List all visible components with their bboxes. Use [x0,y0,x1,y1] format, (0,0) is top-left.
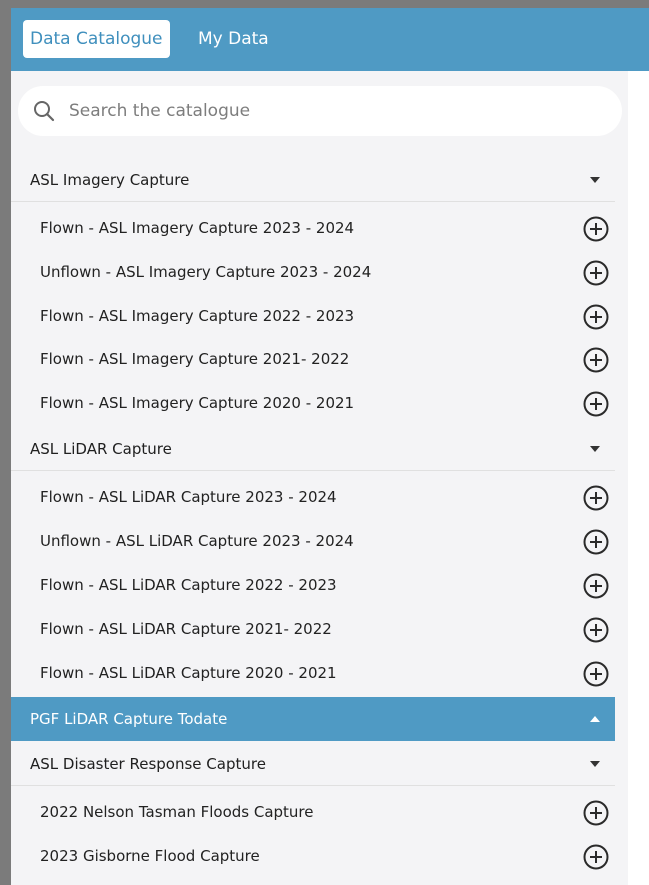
group-header-pgf-lidar-capture-todate[interactable]: PGF LiDAR Capture Todate [11,697,615,741]
group-title: ASL Imagery Capture [30,171,190,189]
list-item[interactable]: Unflown - ASL Imagery Capture 2023 - 202… [11,250,615,294]
tab-data-catalogue[interactable]: Data Catalogue [23,20,170,58]
list-item[interactable]: 2022 Nelson Tasman Floods Capture [11,790,615,834]
list-item-label: Flown - ASL LiDAR Capture 2021- 2022 [40,620,332,638]
caret-down-icon [590,177,600,183]
list-item[interactable]: Flown - ASL Imagery Capture 2020 - 2021 [11,381,615,425]
group-title: PGF LiDAR Capture Todate [30,710,228,728]
list-item-label: Flown - ASL Imagery Capture 2023 - 2024 [40,219,355,237]
add-circle-icon[interactable] [583,800,609,826]
list-item-label: 2023 Gisborne Flood Capture [40,847,260,865]
caret-up-icon [590,716,600,722]
list-item[interactable]: Flown - ASL LiDAR Capture 2022 - 2023 [11,563,615,607]
list-item-label: Flown - ASL LiDAR Capture 2022 - 2023 [40,576,337,594]
list-item-label: Flown - ASL Imagery Capture 2022 - 2023 [40,307,355,325]
add-circle-icon[interactable] [583,391,609,417]
list-item-label: Flown - ASL Imagery Capture 2020 - 2021 [40,394,355,412]
list-item-label: Unflown - ASL Imagery Capture 2023 - 202… [40,263,372,281]
add-circle-icon[interactable] [583,661,609,687]
add-circle-icon[interactable] [583,529,609,555]
group-header-asl-lidar-capture[interactable]: ASL LiDAR Capture [11,427,615,471]
add-circle-icon[interactable] [583,844,609,870]
top-nav-bar: Data Catalogue My Data [11,8,649,71]
list-item-label: Flown - ASL Imagery Capture 2021- 2022 [40,350,350,368]
add-circle-icon[interactable] [583,260,609,286]
add-circle-icon[interactable] [583,347,609,373]
add-circle-icon[interactable] [583,573,609,599]
search-icon [34,101,55,122]
add-circle-icon[interactable] [583,304,609,330]
caret-down-icon [590,761,600,767]
list-item[interactable]: Flown - ASL Imagery Capture 2023 - 2024 [11,206,615,250]
tab-my-data[interactable]: My Data [198,20,269,58]
list-item-label: Unflown - ASL LiDAR Capture 2023 - 2024 [40,532,354,550]
group-title: ASL LiDAR Capture [30,440,172,458]
list-item-label: 2022 Nelson Tasman Floods Capture [40,803,314,821]
add-circle-icon[interactable] [583,216,609,242]
list-item-label: Flown - ASL LiDAR Capture 2023 - 2024 [40,488,337,506]
group-header-asl-imagery-capture[interactable]: ASL Imagery Capture [11,158,615,202]
list-item-label: Flown - ASL LiDAR Capture 2020 - 2021 [40,664,337,682]
group-title: ASL Disaster Response Capture [30,755,266,773]
app-window: Data Catalogue My Data Search the catalo… [11,8,649,885]
group-header-asl-disaster-response-capture[interactable]: ASL Disaster Response Capture [11,742,615,786]
list-item[interactable]: Flown - ASL Imagery Capture 2022 - 2023 [11,294,615,338]
search-input[interactable]: Search the catalogue [18,86,622,136]
list-item[interactable]: 2023 Gisborne Flood Capture [11,834,615,878]
search-placeholder: Search the catalogue [69,101,251,121]
list-item[interactable]: Flown - ASL Imagery Capture 2021- 2022 [11,337,615,381]
list-item[interactable]: Flown - ASL LiDAR Capture 2021- 2022 [11,607,615,651]
add-circle-icon[interactable] [583,617,609,643]
caret-down-icon [590,446,600,452]
list-item[interactable]: Flown - ASL LiDAR Capture 2020 - 2021 [11,651,615,695]
add-circle-icon[interactable] [583,485,609,511]
list-item[interactable]: Flown - ASL LiDAR Capture 2023 - 2024 [11,475,615,519]
catalogue-panel: Search the catalogue ASL Imagery Capture… [11,71,628,885]
list-item[interactable]: Unflown - ASL LiDAR Capture 2023 - 2024 [11,519,615,563]
